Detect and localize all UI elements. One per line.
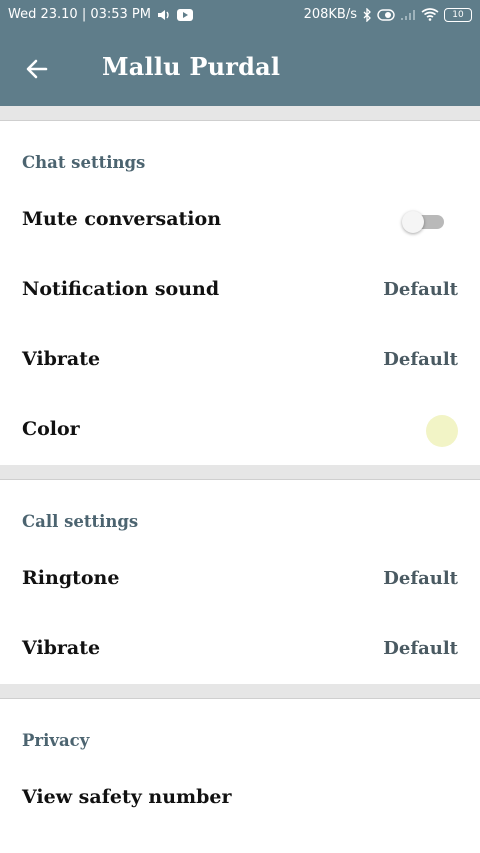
- view-safety-number-label: View safety number: [22, 786, 232, 808]
- status-bar-left: Wed 23.10 | 03:53 PM: [8, 7, 193, 22]
- arrow-left-icon: [26, 59, 48, 79]
- notification-sound-value: Default: [383, 279, 458, 300]
- section-header-privacy: Privacy: [22, 731, 90, 750]
- back-button[interactable]: [22, 54, 52, 84]
- signal-icon: [400, 9, 416, 21]
- color-row[interactable]: Color: [0, 401, 480, 461]
- network-speed: 208KB/s: [303, 7, 357, 22]
- call-vibrate-label: Vibrate: [22, 637, 101, 659]
- notification-sound-row[interactable]: Notification sound Default: [0, 261, 480, 321]
- section-header-call-settings: Call settings: [22, 512, 139, 531]
- data-saver-icon: [377, 8, 395, 21]
- page-title: Mallu Purdal: [102, 52, 281, 81]
- status-bar: Wed 23.10 | 03:53 PM 208KB/s 10: [0, 0, 480, 32]
- wifi-icon: [421, 8, 439, 21]
- color-swatch[interactable]: [426, 415, 458, 447]
- status-bar-right: 208KB/s 10: [304, 7, 472, 22]
- mute-conversation-row[interactable]: Mute conversation: [0, 191, 480, 251]
- status-datetime: Wed 23.10 | 03:53 PM: [8, 7, 151, 22]
- ringtone-value: Default: [383, 568, 458, 589]
- color-label: Color: [22, 418, 80, 440]
- youtube-icon: [177, 8, 193, 21]
- ringtone-label: Ringtone: [22, 567, 120, 589]
- section-divider: [0, 106, 480, 121]
- view-safety-number-row[interactable]: View safety number: [0, 769, 480, 829]
- call-vibrate-value: Default: [383, 638, 458, 659]
- battery-icon: 10: [444, 7, 472, 22]
- bluetooth-icon: [362, 7, 372, 22]
- toggle-thumb: [402, 211, 424, 233]
- volume-icon: [157, 9, 171, 21]
- chat-vibrate-row[interactable]: Vibrate Default: [0, 331, 480, 391]
- app-bar: Mallu Purdal: [0, 32, 480, 106]
- ringtone-row[interactable]: Ringtone Default: [0, 550, 480, 610]
- chat-vibrate-value: Default: [383, 349, 458, 370]
- chat-vibrate-label: Vibrate: [22, 348, 101, 370]
- call-vibrate-row[interactable]: Vibrate Default: [0, 620, 480, 680]
- section-divider: [0, 684, 480, 699]
- section-header-chat-settings: Chat settings: [22, 153, 146, 172]
- notification-sound-label: Notification sound: [22, 278, 220, 300]
- mute-conversation-toggle[interactable]: [402, 211, 444, 233]
- mute-conversation-label: Mute conversation: [22, 208, 222, 230]
- section-divider: [0, 465, 480, 480]
